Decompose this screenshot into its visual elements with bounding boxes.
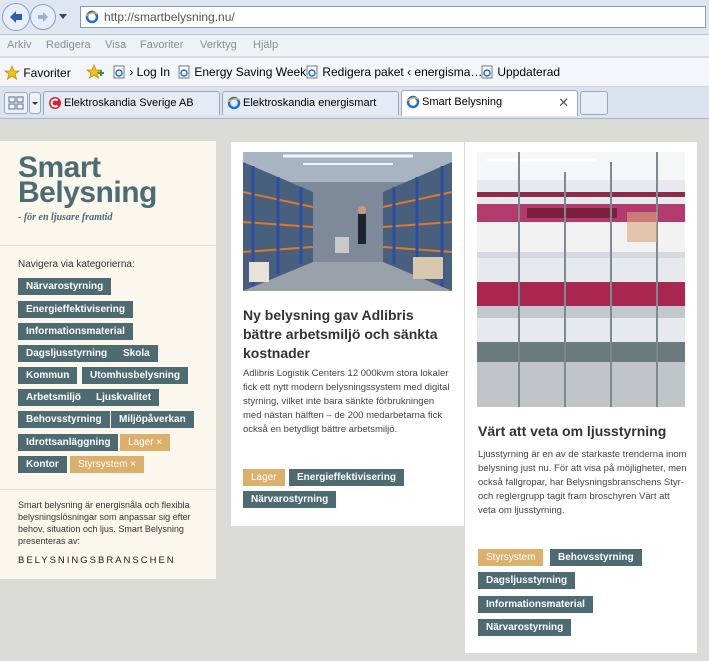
category-miljopaverkan[interactable]: Miljöpåverkan: [111, 411, 194, 428]
tab-elektroskandia-sverige[interactable]: Elektroskandia Sverige AB: [43, 91, 220, 115]
article-title[interactable]: Värt att veta om ljusstyrning: [478, 422, 684, 441]
page-icon: [481, 65, 493, 79]
address-bar-area: http://smartbelysning.nu/: [0, 0, 709, 35]
article-tag-behovsstyrning[interactable]: Behovsstyrning: [550, 549, 642, 566]
fav-link-uppdaterad[interactable]: Uppdaterad: [480, 65, 560, 79]
menu-bar: Arkiv Redigera Visa Favoriter Verktyg Hj…: [0, 35, 709, 57]
chevron-down-icon: [32, 102, 38, 105]
forward-arrow-icon: [38, 12, 48, 22]
menu-arkiv[interactable]: Arkiv: [7, 39, 31, 51]
article-excerpt: Adlibris Logistik Centers 12 000kvm stor…: [243, 368, 450, 435]
page-icon: [178, 65, 190, 79]
office-photo[interactable]: [477, 152, 685, 407]
category-informationsmaterial[interactable]: Informationsmaterial: [18, 323, 133, 340]
tab-elektroskandia-energismart[interactable]: Elektroskandia energismart: [222, 91, 399, 115]
ie-page-icon: [227, 96, 241, 110]
fav-link-label: Energy Saving Week: [194, 65, 307, 79]
warehouse-photo[interactable]: [243, 152, 452, 291]
category-nav-label: Navigera via kategorierna:: [18, 259, 135, 270]
category-narvarostyrning[interactable]: Närvarostyrning: [18, 278, 112, 295]
menu-verktyg[interactable]: Verktyg: [200, 39, 237, 51]
article-title[interactable]: Ny belysning gav Adlibris bättre arbetsm…: [243, 306, 455, 363]
fav-link-label: › Log In: [129, 65, 171, 79]
tab-smart-belysning[interactable]: Smart Belysning ✕: [401, 90, 578, 116]
page-icon: [306, 65, 318, 79]
back-arrow-icon: [10, 11, 22, 23]
category-kommun[interactable]: Kommun: [18, 367, 78, 384]
star-icon: [3, 64, 21, 80]
category-behovsstyrning[interactable]: Behovsstyrning: [18, 411, 110, 428]
menu-visa[interactable]: Visa: [105, 39, 126, 51]
presenter-brand[interactable]: BELYSNINGSBRANSCHEN: [18, 555, 176, 566]
tab-label: Smart Belysning: [422, 96, 503, 108]
tab-bar: Elektroskandia Sverige AB Elektroskandia…: [0, 87, 709, 119]
category-kontor[interactable]: Kontor: [18, 456, 67, 473]
history-dropdown-icon[interactable]: [59, 14, 67, 19]
menu-hjalp[interactable]: Hjälp: [253, 39, 278, 51]
back-button[interactable]: [2, 3, 30, 31]
new-tab-button[interactable]: [580, 91, 608, 115]
elektroskandia-favicon: [49, 97, 61, 109]
category-ljuskvalitet[interactable]: Ljuskvalitet: [88, 389, 160, 406]
site-tagline: - för en ljusare framtid: [18, 212, 113, 223]
category-energieffektivisering[interactable]: Energieffektivisering: [18, 301, 133, 318]
article-tag-energieffektivisering[interactable]: Energieffektivisering: [289, 469, 404, 486]
favorites-label: Favoriter: [23, 66, 71, 80]
category-arbetsmiljo[interactable]: Arbetsmiljö: [18, 389, 90, 406]
url-text: http://smartbelysning.nu/: [104, 10, 235, 24]
close-tab-icon[interactable]: ✕: [558, 95, 569, 111]
quick-tabs-icon: [8, 96, 24, 110]
category-lager-remove[interactable]: Lager ×: [120, 434, 171, 451]
article-tag-lager[interactable]: Lager: [243, 469, 285, 486]
menu-redigera[interactable]: Redigera: [46, 39, 91, 51]
page-icon: [113, 65, 125, 79]
divider: [0, 245, 216, 246]
warehouse-image: [243, 152, 452, 291]
office-image: [477, 152, 685, 407]
ie-page-icon: [85, 10, 99, 24]
category-idrottsanlaggning[interactable]: Idrottsanläggning: [18, 434, 119, 451]
logo-line-2: Belysning: [18, 176, 157, 209]
article-tag-styrsystem[interactable]: Styrsystem: [478, 549, 544, 566]
forward-button[interactable]: [30, 4, 56, 30]
article-tag-dagsljusstyrning[interactable]: Dagsljusstyrning: [478, 572, 576, 589]
site-logo[interactable]: Smart Belysning: [18, 153, 157, 209]
about-text: Smart belysning är energisnåla och flexi…: [18, 500, 191, 546]
tab-label: Elektroskandia energismart: [243, 97, 377, 109]
article-excerpt: Ljusstyrning är en av de starkaste trend…: [478, 449, 687, 516]
url-input[interactable]: http://smartbelysning.nu/: [80, 6, 706, 28]
fav-link-redigera-paket[interactable]: Redigera paket ‹ energisma…: [305, 65, 482, 79]
article-card: Ny belysning gav Adlibris bättre arbetsm…: [231, 142, 464, 526]
article-tag-narvarostyrning[interactable]: Närvarostyrning: [243, 491, 337, 508]
sidebar: Smart Belysning - för en ljusare framtid…: [0, 141, 216, 579]
divider: [0, 489, 216, 490]
menu-favoriter[interactable]: Favoriter: [140, 39, 183, 51]
tab-list-button[interactable]: [29, 92, 41, 114]
quick-tabs-button[interactable]: [4, 92, 28, 114]
article-tag-narvarostyrning[interactable]: Närvarostyrning: [478, 619, 572, 636]
fav-link-label: Uppdaterad: [497, 65, 561, 79]
fav-link-login[interactable]: › Log In: [112, 65, 170, 79]
category-utomhusbelysning[interactable]: Utomhusbelysning: [82, 367, 189, 384]
add-favorite-icon[interactable]: [86, 64, 104, 80]
category-dagsljusstyrning[interactable]: Dagsljusstyrning: [18, 345, 116, 362]
fav-link-energy-saving-week[interactable]: Energy Saving Week: [177, 65, 306, 79]
tab-label: Elektroskandia Sverige AB: [64, 97, 194, 109]
category-skola[interactable]: Skola: [115, 345, 158, 362]
fav-link-label: Redigera paket ‹ energisma…: [322, 65, 483, 79]
category-styrsystem-remove[interactable]: Styrsystem ×: [70, 456, 145, 473]
ie-page-icon: [406, 95, 420, 109]
favorites-button[interactable]: Favoriter: [3, 64, 71, 80]
article-tag-informationsmaterial[interactable]: Informationsmaterial: [478, 596, 593, 613]
favorites-bar: Favoriter › Log In Energy Saving Week Re…: [0, 58, 709, 87]
article-card: Värt att veta om ljusstyrning Ljusstyrni…: [465, 142, 697, 653]
